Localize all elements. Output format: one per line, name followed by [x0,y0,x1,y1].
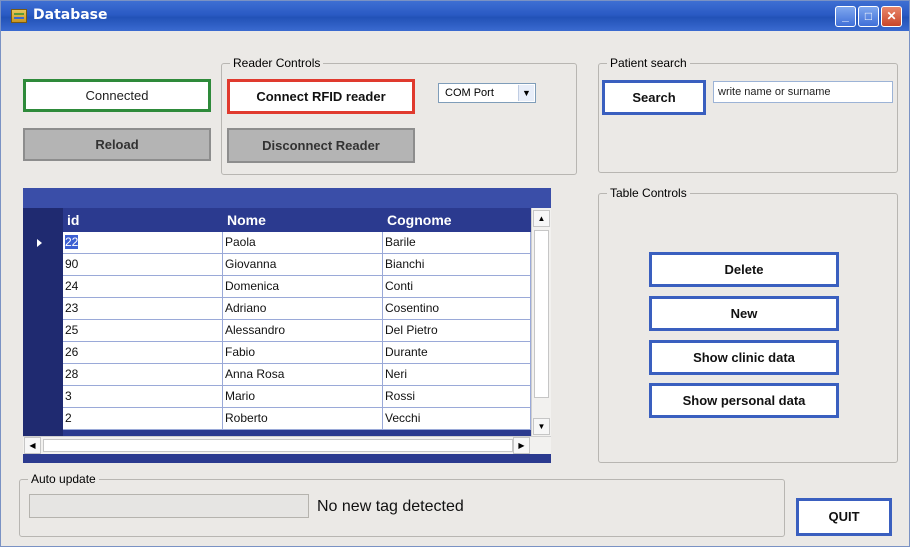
row-header-column [23,208,63,436]
table-cell-id[interactable]: 28 [63,364,223,386]
delete-button[interactable]: Delete [649,252,839,287]
table-cell-nome[interactable]: Giovanna [223,254,383,276]
vertical-scroll-thumb[interactable] [534,230,549,398]
table-cell-nome[interactable]: Anna Rosa [223,364,383,386]
table-cell-id[interactable]: 25 [63,320,223,342]
table-cell-nome[interactable]: Alessandro [223,320,383,342]
table-cell-id[interactable]: 2 [63,408,223,430]
connected-button[interactable]: Connected [23,79,211,112]
tag-progress-bar [29,494,309,518]
scroll-down-icon[interactable]: ▼ [533,418,550,435]
table-cell-id[interactable]: 22 [63,232,223,254]
table-cell-nome[interactable]: Adriano [223,298,383,320]
column-header-nome[interactable]: Nome [227,212,266,228]
column-header-id[interactable]: id [67,212,79,228]
table-cell-id[interactable]: 90 [63,254,223,276]
search-button[interactable]: Search [602,80,706,115]
table-cell-cognome[interactable]: Durante [383,342,531,364]
table-cell-cognome[interactable]: Cosentino [383,298,531,320]
table-cell-cognome[interactable]: Barile [383,232,531,254]
table-cell-cognome[interactable]: Vecchi [383,408,531,430]
auto-update-label: Auto update [28,472,99,486]
show-clinic-data-button[interactable]: Show clinic data [649,340,839,375]
horizontal-scroll-thumb[interactable] [43,439,513,452]
table-cell-nome[interactable]: Roberto [223,408,383,430]
close-button[interactable]: ✕ [881,6,902,27]
table-cell-id[interactable]: 24 [63,276,223,298]
app-icon [11,9,27,23]
minimize-button[interactable]: _ [835,6,856,27]
database-window: Database _ □ ✕ Connected Reload Reader C… [0,0,910,547]
table-cell-cognome[interactable]: Bianchi [383,254,531,276]
new-button[interactable]: New [649,296,839,331]
table-cell-id[interactable]: 23 [63,298,223,320]
chevron-down-icon[interactable]: ▼ [518,85,534,101]
tag-status-text: No new tag detected [317,498,464,515]
com-port-value: COM Port [445,87,494,99]
horizontal-scrollbar[interactable]: ◀ ▶ [23,436,551,454]
reload-button[interactable]: Reload [23,128,211,161]
maximize-button[interactable]: □ [858,6,879,27]
disconnect-reader-button[interactable]: Disconnect Reader [227,128,415,163]
table-cell-nome[interactable]: Fabio [223,342,383,364]
table-controls-label: Table Controls [607,186,690,200]
current-row-arrow-icon [37,239,42,247]
window-title: Database [33,7,108,23]
maximize-icon: □ [864,9,873,23]
com-port-select[interactable]: COM Port ▼ [438,83,536,103]
scroll-left-icon[interactable]: ◀ [24,437,41,454]
patient-search-input[interactable] [713,81,893,103]
table-cell-cognome[interactable]: Neri [383,364,531,386]
show-personal-data-button[interactable]: Show personal data [649,383,839,418]
scroll-up-icon[interactable]: ▲ [533,210,550,227]
table-cell-cognome[interactable]: Rossi [383,386,531,408]
minimize-icon: _ [842,9,849,23]
table-cell-nome[interactable]: Paola [223,232,383,254]
table-cell-id[interactable]: 3 [63,386,223,408]
table-top-band [23,188,551,208]
table-cell-cognome[interactable]: Del Pietro [383,320,531,342]
quit-button[interactable]: QUIT [796,498,892,536]
reader-controls-label: Reader Controls [230,56,324,70]
patients-table: id Nome Cognome 22 Paola Barile 90 Giovanna B… [23,188,551,463]
table-cell-nome[interactable]: Domenica [223,276,383,298]
patient-search-label: Patient search [607,56,690,70]
column-header-cognome[interactable]: Cognome [387,212,452,228]
close-icon: ✕ [886,9,897,23]
title-bar[interactable]: Database _ □ ✕ [1,1,909,31]
connect-rfid-button[interactable]: Connect RFID reader [227,79,415,114]
table-cell-id[interactable]: 26 [63,342,223,364]
table-cell-nome[interactable]: Mario [223,386,383,408]
scroll-right-icon[interactable]: ▶ [513,437,530,454]
table-cell-cognome[interactable]: Conti [383,276,531,298]
vertical-scrollbar[interactable]: ▲ ▼ [531,208,551,436]
